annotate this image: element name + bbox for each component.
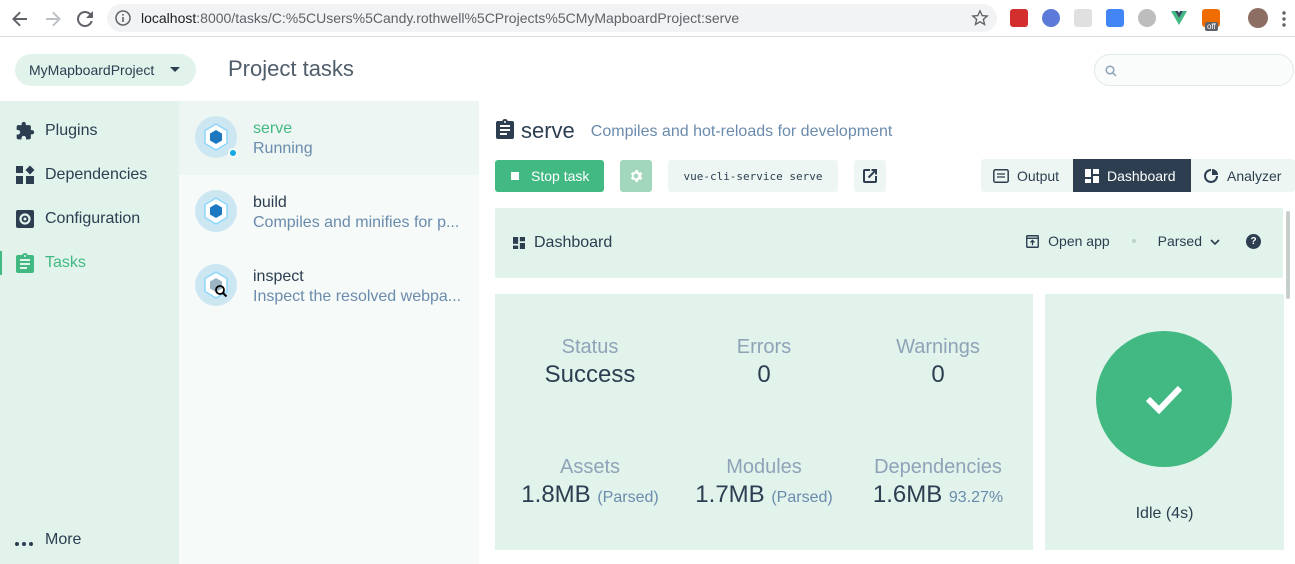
open-in-new-icon [1026,234,1040,248]
stop-icon [511,172,519,180]
extension-icon[interactable] [1010,9,1028,27]
left-sidebar: Plugins Dependencies Configuration Tasks… [0,101,179,564]
stop-task-button[interactable]: Stop task [495,160,604,192]
clipboard-icon [15,253,35,273]
tab-output[interactable]: Output [981,159,1073,192]
view-switcher: Output Dashboard Analyzer [981,159,1295,192]
browser-toolbar: localhost:8000/tasks/C:%5CUsers%5Candy.r… [0,0,1295,37]
stat-warnings: Warnings 0 [896,336,980,388]
kebab-menu-icon [1282,11,1286,27]
help-icon[interactable]: ? [1246,233,1261,249]
back-arrow-icon [12,11,27,27]
gear-icon [630,170,643,182]
address-bar[interactable]: localhost:8000/tasks/C:%5CUsers%5Candy.r… [107,4,997,32]
success-check-icon [1096,331,1232,467]
sidebar-more-button[interactable]: More [15,531,81,549]
size-mode-select[interactable]: Parsed [1158,233,1220,249]
search-field[interactable] [1094,54,1294,86]
webpack-inspect-icon [195,264,237,306]
tab-dashboard[interactable]: Dashboard [1073,159,1191,192]
stat-dependencies: Dependencies 1.6MB 93.27% [872,456,1004,508]
page-title: Project tasks [228,56,354,81]
stat-assets: Assets 1.8MB (Parsed) [521,456,659,508]
task-item-serve[interactable]: serve Running [179,101,479,175]
task-title: serve [521,118,575,143]
sidebar-item-dependencies[interactable]: Dependencies [0,155,179,195]
app-topbar: MyMapboardProject Project tasks [0,37,1295,101]
extension-icon[interactable] [1106,9,1124,27]
webpack-icon [195,116,238,158]
task-header: serve Compiles and hot-reloads for devel… [496,118,892,144]
sidebar-item-configuration[interactable]: Configuration [0,199,179,239]
stat-errors: Errors 0 [736,336,792,388]
extension-icon[interactable] [1138,9,1156,27]
dependencies-icon [15,165,35,185]
vue-devtools-icon[interactable] [1170,9,1188,27]
tab-analyzer[interactable]: Analyzer [1191,159,1295,192]
stat-modules: Modules 1.7MB (Parsed) [695,456,833,508]
browser-menu-button[interactable] [1276,7,1292,31]
forward-arrow-icon [46,11,61,27]
stat-status: Status Success [544,336,636,388]
settings-icon [15,209,35,229]
project-selector[interactable]: MyMapboardProject [15,54,196,86]
task-command: vue-cli-service serve [668,160,838,192]
chevron-down-icon [1210,233,1220,249]
external-link-icon [863,169,877,183]
extension-icon[interactable] [1074,9,1092,27]
search-input[interactable] [1125,59,1285,81]
site-info-icon[interactable] [115,10,131,31]
dashboard-toolbar: Dashboard Open app Parsed ? [495,208,1283,278]
back-button[interactable] [8,7,32,31]
task-settings-button[interactable] [620,160,652,192]
extension-icon[interactable]: off [1202,9,1220,31]
dashboard-icon [513,237,525,249]
profile-avatar[interactable] [1248,8,1268,28]
extension-icon[interactable] [1042,9,1060,27]
webpack-icon [195,190,237,232]
build-stats-panel: Status Success Errors 0 Warnings 0 Asset… [495,294,1033,550]
sidebar-item-tasks[interactable]: Tasks [0,243,179,283]
puzzle-icon [15,121,35,141]
forward-button[interactable] [41,7,65,31]
build-status-text: Idle (4s) [1135,505,1194,522]
dashboard-actions: Open app Parsed ? [1026,233,1261,249]
scrollbar[interactable] [1286,211,1290,299]
analyzer-icon [1203,168,1219,184]
build-status-panel: Idle (4s) [1045,294,1284,550]
task-item-inspect[interactable]: inspect Inspect the resolved webpa... [179,249,479,323]
task-description: Compiles and hot-reloads for development [590,123,893,140]
separator-dot [1131,239,1136,243]
sidebar-item-plugins[interactable]: Plugins [0,111,179,151]
task-item-build[interactable]: build Compiles and minifies for p... [179,175,479,249]
task-detail-pane: serve Compiles and hot-reloads for devel… [479,101,1295,564]
clipboard-icon [496,118,514,144]
dashboard-title: Dashboard [513,234,612,252]
more-dots-icon [15,535,35,546]
task-list: serve Running build Compiles and minifie… [179,101,479,564]
caret-down-icon [170,67,180,72]
dashboard-icon [1085,168,1099,183]
search-icon [1105,64,1117,82]
open-external-button[interactable] [854,160,886,192]
reload-button[interactable] [73,7,97,31]
terminal-icon [993,168,1009,183]
bookmark-star-icon[interactable] [971,9,989,32]
url-text: localhost:8000/tasks/C:%5CUsers%5Candy.r… [141,10,740,26]
open-app-button[interactable]: Open app [1026,233,1110,249]
running-indicator [228,148,238,158]
reload-icon [77,11,93,27]
